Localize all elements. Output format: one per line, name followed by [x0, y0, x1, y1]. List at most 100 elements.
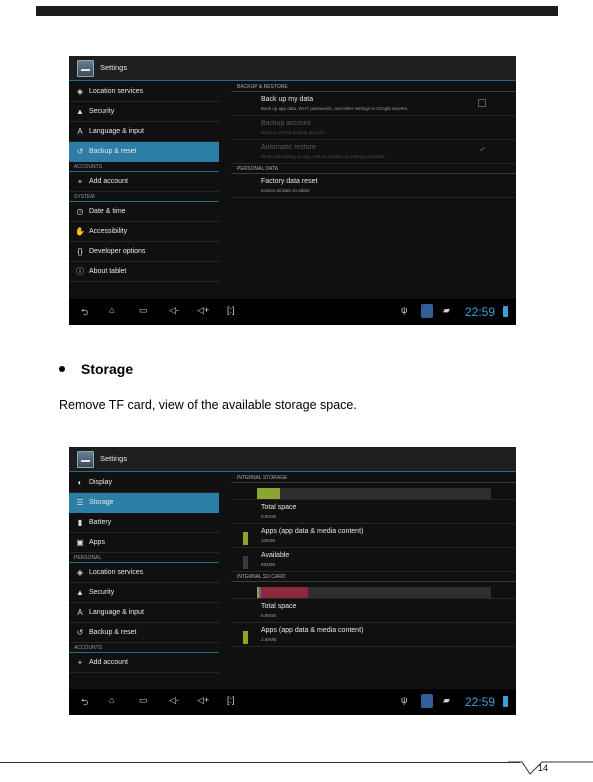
internal-available-row[interactable]: Available 893MB: [231, 548, 516, 572]
battery-icon: ▮: [77, 518, 83, 527]
clock-icon: ◷: [76, 207, 84, 216]
notification-icon[interactable]: [421, 304, 433, 318]
automatic-restore-row[interactable]: Automatic restore When reinstalling an a…: [231, 140, 516, 164]
nav-item-date-time[interactable]: ◷ Date & time: [69, 202, 219, 222]
nav-item-storage[interactable]: ☰ Storage: [69, 493, 219, 513]
row-title: Back up my data: [261, 96, 314, 103]
nav-item-add-account[interactable]: + Add account: [69, 653, 219, 673]
accounts-header: ACCOUNTS: [69, 643, 219, 653]
nav-label: Security: [89, 108, 115, 115]
row-subtitle: Need to set the backup account: [261, 130, 325, 135]
row-value: 893MB: [261, 562, 276, 567]
settings-screenshot-backup: Settings ◈ Location services ▲ Security AL…: [69, 56, 516, 325]
nav-label: Add account: [89, 178, 128, 185]
plus-icon: +: [77, 658, 83, 667]
backup-restore-header: BACKUP & RESTORE: [231, 82, 516, 92]
usage-track: [257, 488, 491, 499]
nav-label: Security: [89, 589, 115, 596]
status-clock: 22:59: [465, 695, 496, 709]
recent-apps-icon[interactable]: ▭: [139, 305, 148, 316]
check-icon[interactable]: ✔: [479, 145, 486, 154]
recent-apps-icon[interactable]: ▭: [139, 695, 148, 706]
nav-item-accessibility[interactable]: ✋ Accessibility: [69, 222, 219, 242]
app-title: Settings: [100, 63, 128, 72]
nav-item-developer[interactable]: {} Developer options: [69, 242, 219, 262]
apps-icon: ▣: [76, 538, 84, 547]
chat-icon: ▰: [443, 305, 450, 315]
location-icon: ◈: [76, 87, 84, 96]
nav-item-security[interactable]: ▲ Security: [69, 102, 219, 122]
personal-header: PERSONAL: [69, 553, 219, 563]
back-icon[interactable]: ⮌: [81, 305, 88, 321]
nav-label: Battery: [89, 519, 112, 526]
settings-app-icon[interactable]: [77, 451, 94, 468]
nav-item-display[interactable]: ◐ Display: [69, 473, 219, 493]
nav-item-security[interactable]: ▲ Security: [69, 583, 219, 603]
nav-item-about[interactable]: ⓘ About tablet: [69, 262, 219, 282]
usb-icon: ψ: [401, 305, 408, 315]
storage-icon: ☰: [76, 498, 84, 507]
nav-item-location[interactable]: ◈ Location services: [69, 82, 219, 102]
nav-label: Date & time: [89, 208, 126, 215]
display-icon: ◐: [77, 478, 83, 487]
backup-checkbox[interactable]: [478, 99, 486, 107]
sd-card-header: INTERNAL SD CARD: [231, 572, 516, 582]
settings-screenshot-storage: Settings ◐ Display ☰ Storage ▮ Battery ▣ App…: [69, 447, 516, 715]
nav-item-language[interactable]: A Language & input: [69, 122, 219, 142]
lock-icon: ▲: [76, 107, 84, 116]
notification-icon[interactable]: [421, 694, 433, 708]
row-value: 0.99GB: [261, 514, 277, 519]
row-subtitle: Erases all data on tablet: [261, 188, 310, 193]
volume-down-icon[interactable]: ◁-: [169, 305, 179, 316]
volume-up-icon[interactable]: ◁+: [197, 305, 209, 316]
nav-item-add-account[interactable]: + Add account: [69, 172, 219, 192]
row-value: 5.88GB: [261, 613, 277, 618]
internal-storage-header: INTERNAL STORAGE: [231, 473, 516, 483]
chat-icon: ▰: [443, 695, 450, 705]
nav-item-battery[interactable]: ▮ Battery: [69, 513, 219, 533]
app-title: Settings: [100, 454, 128, 463]
home-icon[interactable]: ⌂: [109, 305, 114, 315]
section-description: Remove TF card, view of the available st…: [59, 398, 357, 412]
system-header: SYSTEM: [69, 192, 219, 202]
braces-icon: {}: [77, 247, 83, 256]
volume-down-icon[interactable]: ◁-: [169, 695, 179, 706]
nav-item-location[interactable]: ◈ Location services: [69, 563, 219, 583]
sd-usage-segment: [261, 587, 308, 598]
usb-icon: ψ: [401, 695, 408, 705]
internal-apps-row[interactable]: Apps (app data & media content) 106MB: [231, 524, 516, 548]
factory-reset-row[interactable]: Factory data reset Erases all data on ta…: [231, 174, 516, 198]
sd-apps-row[interactable]: Apps (app data & media content) 2.59MB: [231, 623, 516, 647]
screenshot-icon[interactable]: [:]: [227, 305, 235, 315]
nav-item-language[interactable]: A Language & input: [69, 603, 219, 623]
accounts-header: ACCOUNTS: [69, 162, 219, 172]
row-title: Total space: [261, 504, 297, 511]
home-icon[interactable]: ⌂: [109, 695, 114, 705]
internal-total-row[interactable]: Total space 0.99GB: [231, 500, 516, 524]
row-subtitle: Back up app data, Wi-Fi passwords, and o…: [261, 106, 409, 111]
backup-icon: ↺: [76, 628, 84, 637]
nav-label: Apps: [89, 539, 105, 546]
row-subtitle: When reinstalling an app, restore backed…: [261, 154, 385, 159]
screenshot-icon[interactable]: [:]: [227, 695, 235, 705]
nav-item-backup[interactable]: ↺ Backup & reset: [69, 623, 219, 643]
nav-item-apps[interactable]: ▣ Apps: [69, 533, 219, 553]
action-bar: Settings: [69, 447, 516, 472]
nav-label: Language & input: [89, 128, 144, 135]
page-number: 14: [538, 763, 549, 773]
volume-up-icon[interactable]: ◁+: [197, 695, 209, 706]
sd-total-row[interactable]: Total space 5.88GB: [231, 599, 516, 623]
section-heading: Storage: [59, 361, 133, 377]
nav-label: Developer options: [89, 248, 146, 255]
personal-data-header: PERSONAL DATA: [231, 164, 516, 174]
action-bar: Settings: [69, 56, 516, 81]
settings-app-icon[interactable]: [77, 60, 94, 77]
backup-my-data-row[interactable]: Back up my data Back up app data, Wi-Fi …: [231, 92, 516, 116]
footer-tab-shape: [508, 761, 593, 775]
backup-account-row[interactable]: Backup account Need to set the backup ac…: [231, 116, 516, 140]
back-icon[interactable]: ⮌: [81, 695, 88, 711]
plus-icon: +: [77, 177, 83, 186]
row-title: Backup account: [261, 120, 311, 127]
available-color-swatch: [243, 556, 248, 569]
nav-item-backup[interactable]: ↺ Backup & reset: [69, 142, 219, 162]
